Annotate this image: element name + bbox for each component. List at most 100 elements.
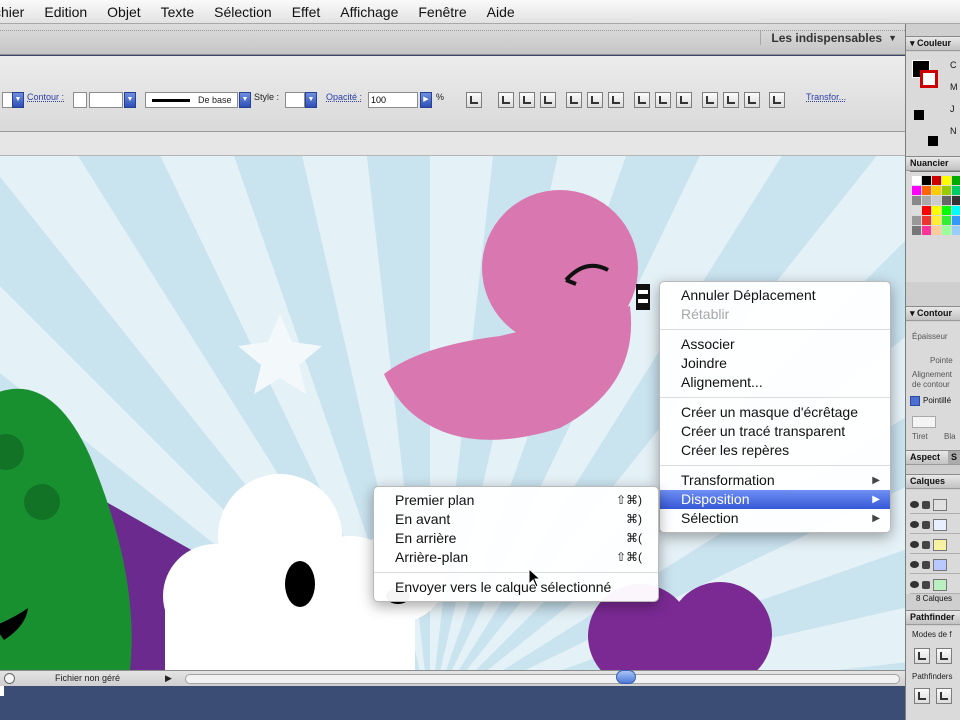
swatch[interactable]	[922, 226, 931, 235]
distribute-right-icon[interactable]	[744, 92, 760, 108]
layer-row[interactable]	[910, 496, 960, 514]
lock-icon[interactable]	[922, 580, 930, 589]
context-menu-item[interactable]: Associer	[660, 335, 890, 354]
black-chip[interactable]	[914, 110, 924, 120]
eye-icon[interactable]	[910, 581, 919, 588]
context-menu-item[interactable]: Disposition ▶	[660, 490, 890, 509]
swatch[interactable]	[952, 196, 960, 205]
layer-row[interactable]	[910, 576, 960, 594]
context-menu-item[interactable]: Joindre	[660, 354, 890, 373]
eye-icon[interactable]	[910, 521, 919, 528]
status-menu-arrow-icon[interactable]: ▶	[165, 673, 172, 684]
panel-header-contour[interactable]: ▾ Contour	[906, 306, 960, 321]
distribute-hcenter-icon[interactable]	[723, 92, 739, 108]
panel-header-nuancier[interactable]: Nuancier	[906, 156, 960, 171]
context-menu-item[interactable]: Alignement...	[660, 373, 890, 392]
eye-icon[interactable]	[910, 561, 919, 568]
lock-icon[interactable]	[922, 540, 930, 549]
swatch[interactable]	[922, 186, 931, 195]
minus-front-icon[interactable]	[936, 648, 952, 664]
layer-row[interactable]	[910, 536, 960, 554]
style-dropdown[interactable]: ▼	[305, 92, 317, 108]
swatch[interactable]	[942, 216, 951, 225]
swatch[interactable]	[942, 186, 951, 195]
align-left-icon[interactable]	[498, 92, 514, 108]
swatch[interactable]	[952, 176, 960, 185]
disposition-menu-item[interactable]: Arrière-plan ⇧⌘(	[374, 548, 658, 567]
stroke-profile-field[interactable]: De base	[145, 92, 238, 108]
menu-aide[interactable]: Aide	[477, 4, 525, 20]
distribute-vcenter-icon[interactable]	[655, 92, 671, 108]
swatch[interactable]	[932, 226, 941, 235]
stroke-profile-dropdown[interactable]: ▼	[239, 92, 251, 108]
panel-header-aspect[interactable]: Aspect S	[906, 450, 960, 465]
swatch[interactable]	[952, 206, 960, 215]
swatch-grid[interactable]	[912, 176, 960, 235]
menu-affichage[interactable]: Affichage	[330, 4, 408, 20]
none-chip[interactable]	[928, 136, 938, 146]
align-hcenter-icon[interactable]	[519, 92, 535, 108]
align-bottom-icon[interactable]	[608, 92, 624, 108]
align-vcenter-icon[interactable]	[587, 92, 603, 108]
contour-label[interactable]: Contour :	[27, 92, 64, 102]
align-right-icon[interactable]	[540, 92, 556, 108]
swatch[interactable]	[912, 176, 921, 185]
zoom-icon[interactable]	[4, 673, 15, 684]
swatch[interactable]	[912, 196, 921, 205]
swatch[interactable]	[912, 206, 921, 215]
workspace-switcher[interactable]: Les indispensables ▼	[760, 31, 897, 45]
distribute-top-icon[interactable]	[634, 92, 650, 108]
isolate-group-icon[interactable]	[769, 92, 785, 108]
swatch[interactable]	[922, 216, 931, 225]
context-menu-item[interactable]: Créer un tracé transparent	[660, 422, 890, 441]
lock-icon[interactable]	[922, 500, 930, 509]
swatch[interactable]	[952, 226, 960, 235]
eye-icon[interactable]	[910, 541, 919, 548]
panel-header-pathfinder[interactable]: Pathfinder	[906, 610, 960, 625]
horizontal-scrollbar[interactable]	[185, 674, 900, 684]
swatch[interactable]	[912, 186, 921, 195]
lock-icon[interactable]	[922, 520, 930, 529]
tiret-input[interactable]	[912, 416, 936, 428]
swatch[interactable]	[942, 226, 951, 235]
distribute-left-icon[interactable]	[702, 92, 718, 108]
stroke-swatch[interactable]	[920, 70, 938, 88]
swatch[interactable]	[922, 196, 931, 205]
distribute-bottom-icon[interactable]	[676, 92, 692, 108]
select-similar-icon[interactable]	[466, 92, 482, 108]
swatch[interactable]	[932, 176, 941, 185]
pointille-checkbox[interactable]	[910, 396, 920, 406]
swatch[interactable]	[942, 206, 951, 215]
stroke-weight-stepper[interactable]	[73, 92, 87, 108]
menu-fenetre[interactable]: Fenêtre	[408, 4, 476, 20]
swatch[interactable]	[932, 186, 941, 195]
menu-effet[interactable]: Effet	[282, 4, 331, 20]
disposition-menu-item[interactable]: Envoyer vers le calque sélectionné	[374, 578, 658, 597]
swatch[interactable]	[942, 176, 951, 185]
swatch[interactable]	[932, 216, 941, 225]
scrollbar-thumb[interactable]	[616, 670, 636, 684]
opacity-input[interactable]	[368, 92, 418, 108]
menu-texte[interactable]: Texte	[151, 4, 204, 20]
style-swatch[interactable]	[285, 92, 305, 108]
context-menu-item[interactable]: Transformation ▶	[660, 471, 890, 490]
stroke-weight-dropdown[interactable]: ▼	[124, 92, 136, 108]
disposition-menu-item[interactable]: En avant ⌘)	[374, 510, 658, 529]
tab-styles[interactable]: S	[948, 451, 960, 464]
context-menu-item[interactable]: Sélection ▶	[660, 509, 890, 528]
context-menu-item[interactable]: Créer un masque d'écrêtage	[660, 403, 890, 422]
menu-objet[interactable]: Objet	[97, 4, 150, 20]
menu-fichier[interactable]: chier	[0, 4, 34, 20]
panel-header-calques[interactable]: Calques	[906, 474, 960, 489]
context-menu-item[interactable]: Annuler Déplacement	[660, 286, 890, 305]
lock-icon[interactable]	[922, 560, 930, 569]
stroke-swatch-dropdown[interactable]: ▼	[12, 92, 24, 108]
panel-header-couleur[interactable]: ▾ Couleur	[906, 36, 960, 51]
swatch[interactable]	[952, 216, 960, 225]
swatch[interactable]	[952, 186, 960, 195]
menu-edition[interactable]: Edition	[34, 4, 97, 20]
swatch[interactable]	[912, 216, 921, 225]
unite-icon[interactable]	[914, 648, 930, 664]
divide-icon[interactable]	[914, 688, 930, 704]
swatch[interactable]	[932, 196, 941, 205]
